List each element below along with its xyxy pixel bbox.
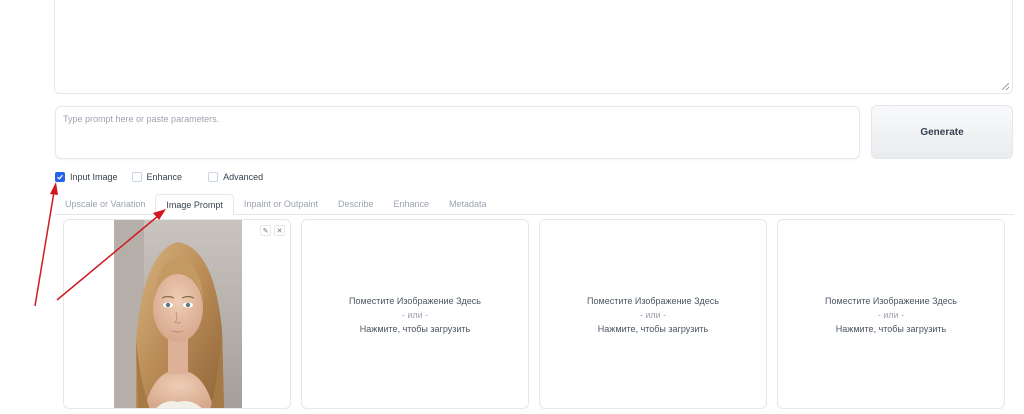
image-prompt-slot-3[interactable]: Поместите Изображение Здесь - или - Нажм… xyxy=(539,219,767,409)
image-toolbar: ✎ ✕ xyxy=(260,225,285,236)
dropzone-line-1: Поместите Изображение Здесь xyxy=(349,296,481,306)
prompt-input[interactable]: Type prompt here or paste parameters. xyxy=(55,106,860,159)
enhance-checkbox[interactable]: Enhance xyxy=(131,172,183,182)
dropzone-or: - или - xyxy=(639,310,667,320)
dropzone-line-2: Нажмите, чтобы загрузить xyxy=(597,324,709,334)
checkbox-unchecked-icon xyxy=(131,172,142,182)
output-gallery xyxy=(54,0,1013,94)
image-prompt-slot-1[interactable]: ✎ ✕ xyxy=(63,219,291,409)
advanced-checkbox[interactable]: Advanced xyxy=(208,172,263,182)
checkbox-label: Enhance xyxy=(146,172,183,182)
generate-button[interactable]: Generate xyxy=(871,105,1013,159)
checkbox-unchecked-icon xyxy=(208,172,219,182)
tab-enhance[interactable]: Enhance xyxy=(383,194,439,214)
image-prompt-slot-2[interactable]: Поместите Изображение Здесь - или - Нажм… xyxy=(301,219,529,409)
dropzone-text: Поместите Изображение Здесь - или - Нажм… xyxy=(778,294,1004,336)
dropzone-text: Поместите Изображение Здесь - или - Нажм… xyxy=(302,294,528,336)
input-image-checkbox[interactable]: Input Image xyxy=(55,172,118,182)
edit-icon[interactable]: ✎ xyxy=(260,225,271,236)
checkbox-checked-icon xyxy=(55,172,65,182)
prompt-placeholder: Type prompt here or paste parameters. xyxy=(63,114,220,124)
dropzone-line-1: Поместите Изображение Здесь xyxy=(825,296,957,306)
checkbox-label: Advanced xyxy=(223,172,264,182)
dropzone-or: - или - xyxy=(401,310,429,320)
options-row: Input Image Enhance Advanced xyxy=(55,170,277,184)
dropzone-text: Поместите Изображение Здесь - или - Нажм… xyxy=(540,294,766,336)
tab-upscale-or-variation[interactable]: Upscale or Variation xyxy=(55,194,155,214)
dropzone-line-2: Нажмите, чтобы загрузить xyxy=(835,324,947,334)
checkbox-label: Input Image xyxy=(70,172,118,182)
tab-image-prompt[interactable]: Image Prompt xyxy=(155,194,234,215)
dropzone-line-2: Нажмите, чтобы загрузить xyxy=(359,324,471,334)
tab-inpaint-or-outpaint[interactable]: Inpaint or Outpaint xyxy=(234,194,328,214)
dropzone-or: - или - xyxy=(877,310,905,320)
uploaded-image xyxy=(114,220,242,408)
tab-describe[interactable]: Describe xyxy=(328,194,384,214)
input-tabs: Upscale or Variation Image Prompt Inpain… xyxy=(55,194,1014,215)
tab-metadata[interactable]: Metadata xyxy=(439,194,497,214)
close-icon[interactable]: ✕ xyxy=(274,225,285,236)
resize-handle[interactable] xyxy=(1002,83,1009,90)
image-prompt-slot-4[interactable]: Поместите Изображение Здесь - или - Нажм… xyxy=(777,219,1005,409)
dropzone-line-1: Поместите Изображение Здесь xyxy=(587,296,719,306)
